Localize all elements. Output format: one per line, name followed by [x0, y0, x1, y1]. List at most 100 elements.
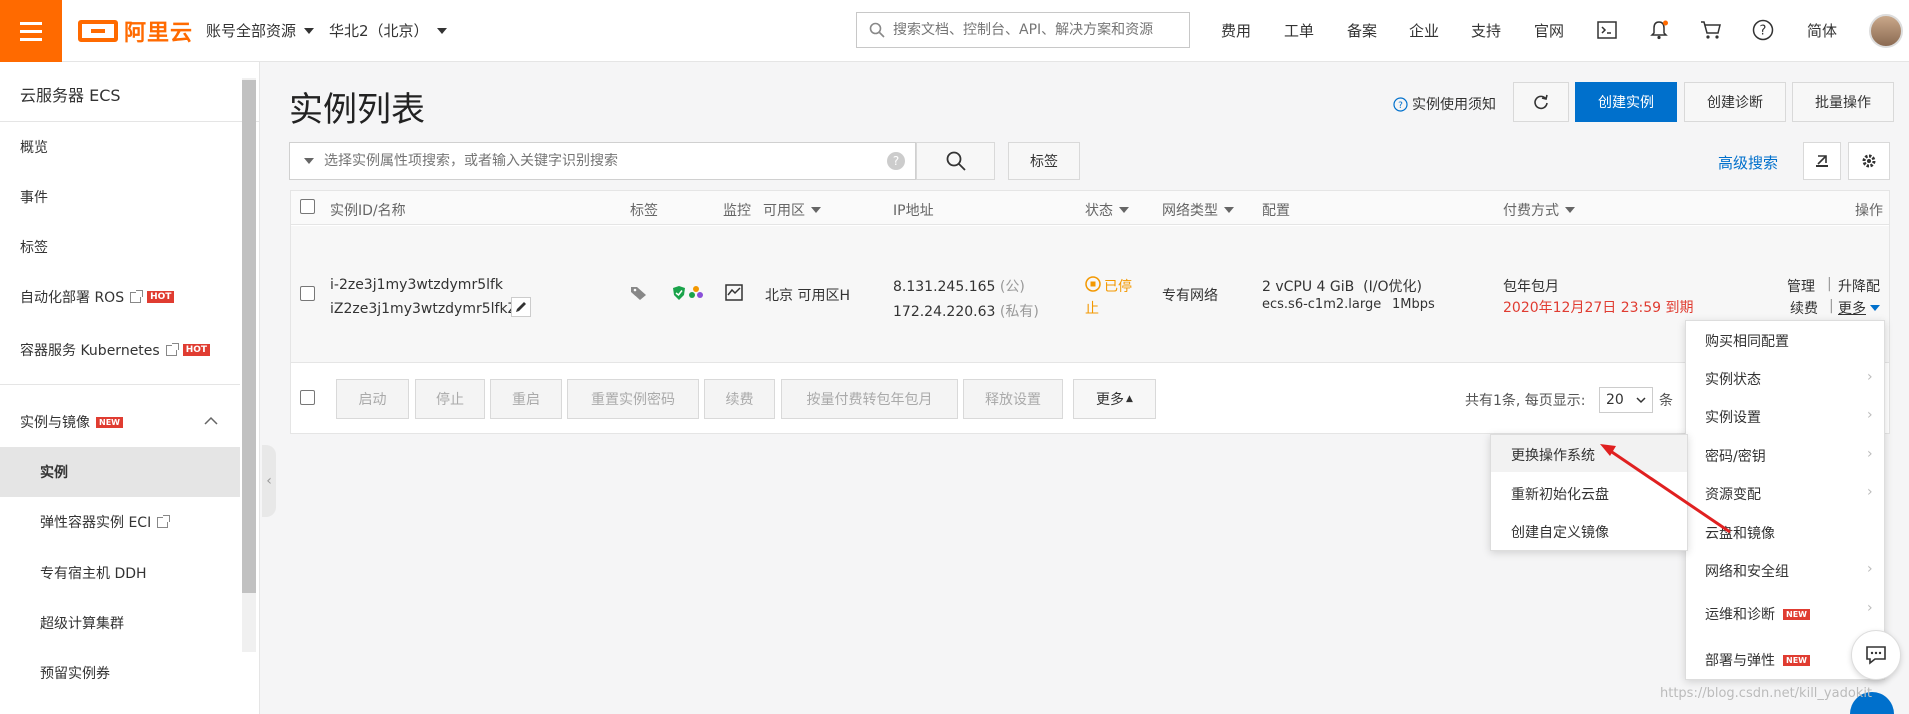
menu-item-deploy-elastic[interactable]: 部署与弹性 NEW: [1705, 650, 1810, 670]
bulk-convert-billing-button[interactable]: 按量付费转包年包月: [781, 379, 958, 419]
bulk-stop-button[interactable]: 停止: [415, 379, 485, 419]
menu-item-instance-settings[interactable]: 实例设置: [1705, 407, 1761, 427]
public-ip-label: (公): [999, 279, 1025, 295]
nav-enterprise[interactable]: 企业: [1409, 20, 1439, 41]
avatar[interactable]: [1869, 14, 1903, 48]
sidebar-item-tags[interactable]: 标签: [20, 237, 48, 257]
cart-icon[interactable]: [1699, 18, 1723, 42]
bulk-release-settings-button[interactable]: 释放设置: [963, 379, 1063, 419]
advanced-search-link[interactable]: 高级搜索: [1718, 152, 1778, 173]
instance-filter-bar[interactable]: ?: [289, 142, 916, 180]
page-size-select[interactable]: 20: [1599, 387, 1653, 413]
page-size-value: 20: [1606, 392, 1624, 408]
column-header-monitor: 监控: [723, 200, 751, 220]
edit-name-button[interactable]: [511, 297, 531, 317]
shield-icon[interactable]: [672, 285, 686, 301]
row-checkbox[interactable]: [300, 286, 315, 301]
chevron-left-icon: ‹: [266, 473, 272, 489]
agent-status-icon[interactable]: [688, 285, 704, 301]
hot-badge: HOT: [182, 344, 211, 356]
column-header-billing[interactable]: 付费方式: [1503, 200, 1575, 220]
instance-help-link[interactable]: ? 实例使用须知: [1393, 94, 1496, 114]
external-link-icon: [165, 342, 179, 356]
instance-filter-input[interactable]: [324, 153, 887, 169]
chevron-up-icon[interactable]: [204, 416, 218, 426]
question-icon[interactable]: ?: [887, 152, 905, 170]
tag-icon[interactable]: [630, 285, 648, 301]
sidebar-item-ros[interactable]: 自动化部署 ROS HOT: [20, 287, 175, 307]
menu-item-buy-same-config[interactable]: 购买相同配置: [1705, 331, 1789, 351]
sidebar-item-scc[interactable]: 超级计算集群: [40, 613, 124, 633]
nav-official-site[interactable]: 官网: [1534, 20, 1564, 41]
resize-link[interactable]: 升降配: [1838, 276, 1880, 296]
column-header-status[interactable]: 状态: [1085, 200, 1129, 220]
instance-id-link[interactable]: i-2ze3j1my3wtzdymr5lfk: [330, 277, 503, 293]
sidebar-item-eci[interactable]: 弹性容器实例 ECI: [40, 512, 171, 532]
sidebar-title: 云服务器 ECS: [20, 86, 121, 105]
bulk-restart-button[interactable]: 重启: [490, 379, 562, 419]
sidebar-item-events[interactable]: 事件: [20, 187, 48, 207]
column-header-label: 可用区: [763, 203, 805, 219]
bulk-reset-password-button[interactable]: 重置实例密码: [567, 379, 699, 419]
chevron-right-icon: ›: [1867, 446, 1873, 462]
region-select[interactable]: 华北2（北京）: [329, 20, 447, 41]
refresh-button[interactable]: [1513, 82, 1569, 122]
column-header-network[interactable]: 网络类型: [1162, 200, 1234, 220]
help-icon: ?: [1393, 96, 1408, 112]
sidebar-group-instances-images[interactable]: 实例与镜像 NEW: [20, 412, 123, 432]
help-icon[interactable]: ?: [1751, 18, 1775, 42]
sidebar-item-overview[interactable]: 概览: [20, 137, 48, 157]
chat-button[interactable]: [1851, 630, 1901, 680]
batch-operation-button[interactable]: 批量操作: [1792, 82, 1894, 122]
logo-text: 阿里云: [124, 21, 194, 46]
sidebar-item-label: 专有宿主机 DDH: [40, 566, 147, 582]
menu-item-network-security[interactable]: 网络和安全组: [1705, 561, 1789, 581]
nav-tickets[interactable]: 工单: [1284, 20, 1314, 41]
nav-support[interactable]: 支持: [1471, 20, 1501, 41]
bulk-more-button[interactable]: 更多 ▲: [1073, 379, 1156, 419]
menu-item-ops-diagnosis[interactable]: 运维和诊断 NEW: [1705, 604, 1810, 624]
create-instance-button[interactable]: 创建实例: [1575, 82, 1677, 122]
export-button[interactable]: [1803, 142, 1841, 180]
bulk-renew-button[interactable]: 续费: [704, 379, 775, 419]
sidebar-item-ddh[interactable]: 专有宿主机 DDH: [40, 563, 147, 583]
more-actions-link[interactable]: 更多: [1838, 298, 1880, 318]
sidebar-item-kubernetes[interactable]: 容器服务 Kubernetes HOT: [20, 340, 211, 360]
global-search-input[interactable]: [893, 22, 1183, 38]
submenu-item-replace-os[interactable]: 更换操作系统: [1511, 445, 1595, 465]
tag-filter-button[interactable]: 标签: [1008, 142, 1080, 180]
sidebar-item-reserved-instances[interactable]: 预留实例券: [40, 663, 110, 683]
bulk-start-button[interactable]: 启动: [336, 379, 409, 419]
manage-link[interactable]: 管理: [1787, 276, 1815, 296]
terminal-icon[interactable]: [1595, 18, 1619, 42]
sidebar-collapse-handle[interactable]: ‹: [262, 445, 276, 517]
gear-icon: [1862, 154, 1876, 168]
settings-button[interactable]: [1848, 142, 1890, 180]
sidebar-item-instances[interactable]: 实例: [40, 462, 68, 482]
aliyun-logo[interactable]: 阿里云: [78, 15, 193, 47]
nav-icp[interactable]: 备案: [1347, 20, 1377, 41]
table-row: [291, 226, 1889, 362]
create-diagnosis-button[interactable]: 创建诊断: [1684, 82, 1786, 122]
network-type-value: 专有网络: [1162, 288, 1218, 304]
chevron-down-icon[interactable]: [304, 158, 314, 164]
column-header-zone[interactable]: 可用区: [763, 200, 821, 220]
monitor-chart-icon[interactable]: [725, 284, 743, 301]
hamburger-menu-icon[interactable]: [0, 0, 62, 62]
config-io-opt: (I/O优化): [1363, 279, 1422, 295]
chat-bubble-icon: [1866, 646, 1886, 665]
bulk-select-checkbox[interactable]: [300, 390, 315, 405]
select-all-checkbox[interactable]: [300, 199, 315, 214]
menu-item-instance-status[interactable]: 实例状态: [1705, 369, 1761, 389]
renew-link[interactable]: 续费: [1790, 298, 1818, 318]
chevron-down-icon: [304, 27, 315, 34]
nav-fees[interactable]: 费用: [1221, 20, 1251, 41]
instance-type-link[interactable]: ecs.s6-c1m2.large: [1262, 297, 1381, 312]
language-switch[interactable]: 简体: [1807, 20, 1837, 41]
account-scope-select[interactable]: 账号全部资源: [206, 20, 315, 41]
action-separator: |: [1827, 276, 1832, 292]
search-button[interactable]: [916, 142, 995, 180]
bell-icon[interactable]: [1647, 18, 1671, 42]
global-search[interactable]: [856, 12, 1190, 48]
sidebar-scrollbar-thumb[interactable]: [242, 80, 256, 593]
